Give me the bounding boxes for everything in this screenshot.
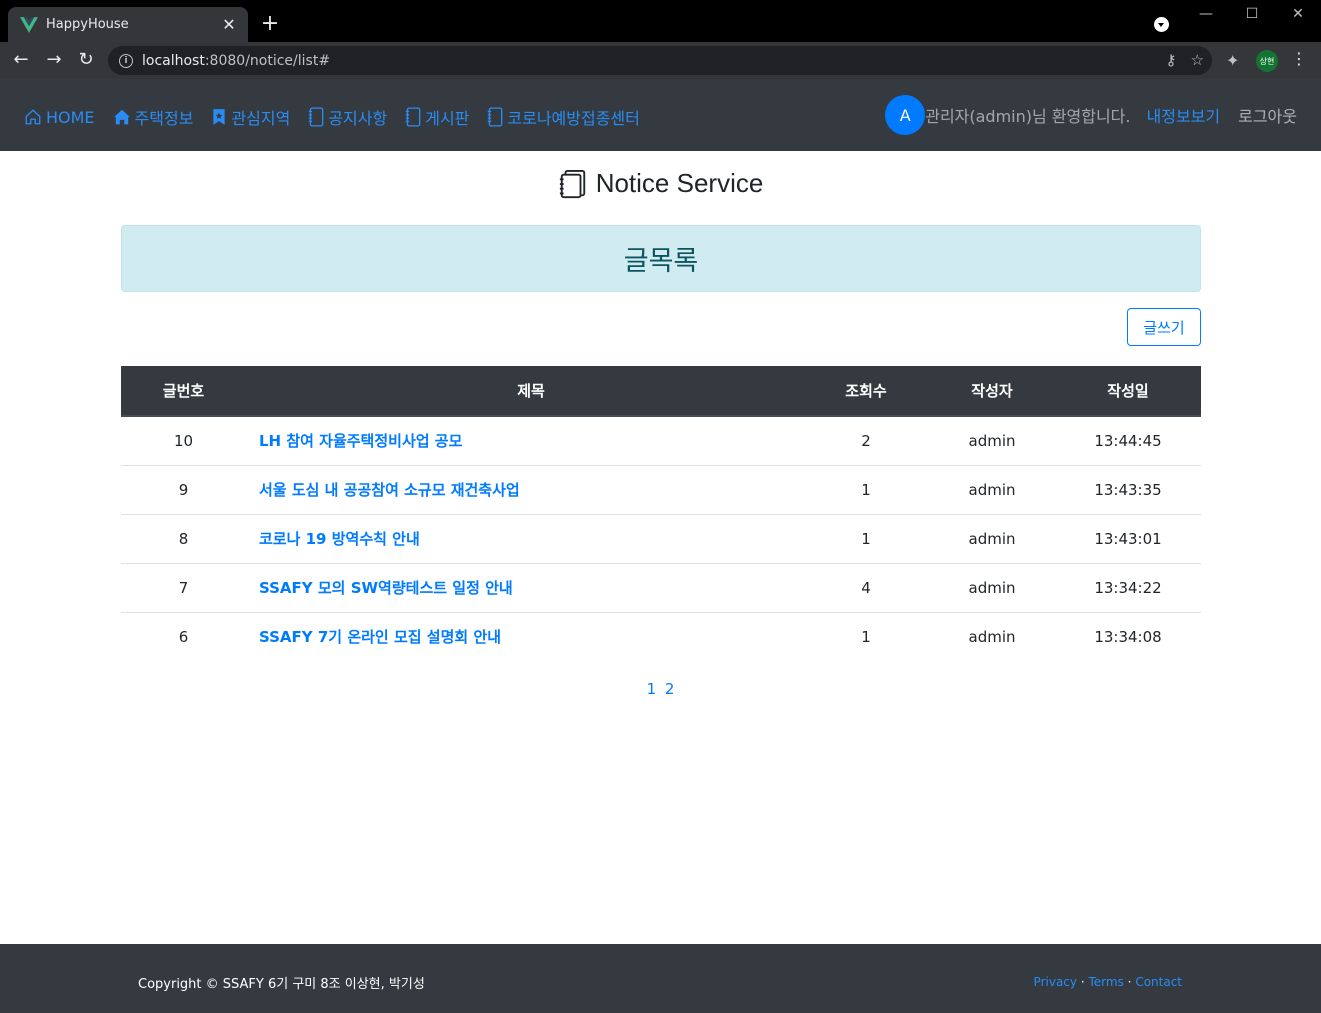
row-title-link[interactable]: SSAFY 7기 온라인 모집 설명회 안내 [259,628,501,646]
new-tab-button[interactable]: + [258,11,282,37]
nav-item-house-info[interactable]: 주택정보 [113,105,193,129]
user-area: A 관리자(admin)님 환영합니다. 내정보보기 로그아웃 [885,95,1297,135]
nav-item-board[interactable]: 게시판 [405,105,469,129]
footer-separator: · [1127,975,1132,989]
privacy-link[interactable]: Privacy [1034,975,1077,989]
row-hit: 1 [803,514,929,564]
row-date: 13:44:45 [1055,416,1201,466]
browser-tabstrip: HappyHouse ✕ + — ☐ ✕ [0,0,1321,42]
logout-link[interactable]: 로그아웃 [1238,103,1297,127]
minimize-icon[interactable]: — [1196,6,1216,22]
row-title-link[interactable]: 서울 도심 내 공공참여 소규모 재건축사업 [259,481,520,499]
row-writer: admin [929,514,1055,564]
row-title-link[interactable]: LH 참여 자율주택정비사업 공모 [259,432,462,450]
footer: Copyright © SSAFY 6기 구미 8조 이상현, 박기성 Priv… [0,944,1321,1013]
maximize-icon[interactable]: ☐ [1242,6,1262,22]
row-no: 7 [121,563,246,613]
journal-icon [488,107,503,127]
bookmark-star-icon[interactable]: ☆ [1191,51,1204,69]
terms-link[interactable]: Terms [1088,975,1123,989]
row-no: 9 [121,465,246,515]
forward-icon[interactable]: → [42,49,66,71]
browser-tab[interactable]: HappyHouse ✕ [8,7,248,42]
journals-icon [559,169,585,198]
nav-item-notice[interactable]: 공지사항 [308,105,387,129]
row-title-link[interactable]: SSAFY 모의 SW역량테스트 일정 안내 [259,579,513,597]
house-icon [25,109,41,125]
header-hit: 조회수 [803,366,929,417]
pagination: 1 2 [0,680,1321,698]
copyright-text: Copyright © SSAFY 6기 구미 8조 이상현, 박기성 [138,977,425,992]
house-fill-icon [113,109,130,125]
table-header-row: 글번호 제목 조회수 작성자 작성일 [121,366,1201,417]
table-row: 8 코로나 19 방역수칙 안내 1 admin 13:43:01 [121,514,1201,564]
mypage-link[interactable]: 내정보보기 [1147,103,1221,127]
write-button[interactable]: 글쓰기 [1127,308,1201,346]
row-no: 6 [178,627,189,646]
tab-search-icon[interactable] [1154,17,1169,32]
footer-links: Privacy · Terms · Contact [1034,975,1182,989]
tab-close-icon[interactable]: ✕ [220,15,238,34]
nav-links: HOME 주택정보 관심지역 공지사항 게시판 코로나예방접종센터 [24,105,658,129]
url-text: localhost:8080/notice/list# [142,52,331,69]
table-row: 7 SSAFY 모의 SW역량테스트 일정 안내 4 admin 13:34:2… [121,563,1201,613]
row-writer: admin [929,416,1055,466]
row-writer: admin [968,627,1016,646]
list-title-banner: 글목록 [121,225,1201,292]
table-row: 6 SSAFY 7기 온라인 모집 설명회 안내 1 admin 13:34:0… [121,612,1201,661]
row-writer: admin [929,563,1055,613]
header-no: 글번호 [121,366,246,417]
tab-title: HappyHouse [46,17,129,32]
nav-item-interest-area[interactable]: 관심지역 [211,105,290,129]
row-hit: 2 [803,416,929,466]
row-hit: 1 [803,465,929,515]
app-navbar: HOME 주택정보 관심지역 공지사항 게시판 코로나예방접종센터 A 관리자(… [0,79,1321,151]
browser-toolbar: ← → ↻ i localhost:8080/notice/list# ⚷ ☆ … [0,42,1321,79]
vue-logo-icon [20,16,38,33]
row-date: 13:43:01 [1055,514,1201,564]
site-info-icon[interactable]: i [119,53,133,68]
header-writer: 작성자 [929,366,1055,417]
bookmark-icon [213,109,226,125]
nav-item-vaccine-center[interactable]: 코로나예방접종센터 [487,105,640,129]
table-row: 9 서울 도심 내 공공참여 소규모 재건축사업 1 admin 13:43:3… [121,465,1201,515]
page-title: Notice Service [595,168,764,198]
back-icon[interactable]: ← [9,49,33,71]
row-writer: admin [929,465,1055,515]
row-date: 13:34:22 [1055,563,1201,613]
contact-link[interactable]: Contact [1135,975,1182,989]
page-link-2[interactable]: 2 [665,680,675,698]
header-title: 제목 [246,366,803,417]
row-hit: 1 [861,627,871,646]
journal-icon [405,107,421,127]
row-no: 8 [121,514,246,564]
page-heading: Notice Service [0,168,1321,203]
row-hit: 4 [803,563,929,613]
welcome-text: 관리자(admin)님 환영합니다. [925,107,1131,126]
footer-separator: · [1080,975,1085,989]
row-title-link[interactable]: 코로나 19 방역수칙 안내 [259,530,420,548]
row-date: 13:34:08 [1094,627,1162,646]
reload-icon[interactable]: ↻ [74,49,98,71]
profile-avatar[interactable]: 상현 [1256,50,1278,72]
row-date: 13:43:35 [1055,465,1201,515]
browser-menu-icon[interactable]: ⋮ [1291,49,1307,68]
address-bar[interactable]: i localhost:8080/notice/list# ⚷ ☆ [108,46,1212,75]
nav-item-home[interactable]: HOME [24,108,95,127]
list-title: 글목록 [623,246,699,277]
key-icon[interactable]: ⚷ [1166,51,1177,69]
row-no: 10 [121,416,246,466]
extensions-icon[interactable]: ✦ [1226,51,1239,70]
window-close-icon[interactable]: ✕ [1288,6,1308,22]
header-date: 작성일 [1055,366,1201,417]
table-row: 10 LH 참여 자율주택정비사업 공모 2 admin 13:44:45 [121,416,1201,466]
notice-table: 글번호 제목 조회수 작성자 작성일 10 LH 참여 자율주택정비사업 공모 … [121,366,1201,661]
journal-icon [309,107,324,127]
avatar[interactable]: A [885,95,926,135]
page-link-1[interactable]: 1 [647,680,657,698]
